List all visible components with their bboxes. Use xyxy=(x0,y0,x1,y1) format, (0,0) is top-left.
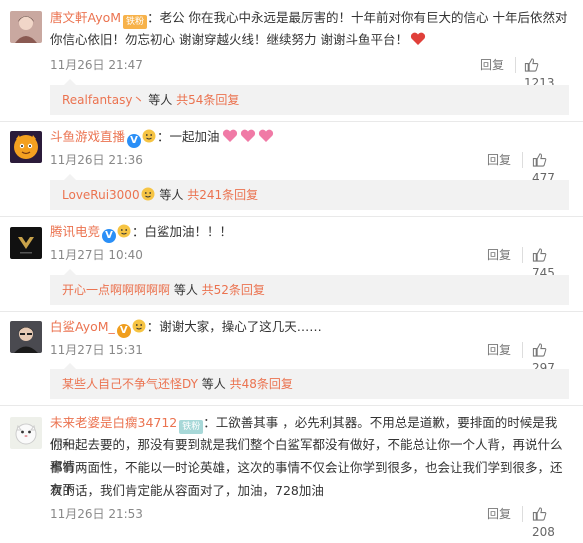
username-link[interactable]: 唐文軒AyoM xyxy=(50,10,121,25)
username-link[interactable]: 未来老婆是白瘸34712 xyxy=(50,415,177,430)
verified-badge: V xyxy=(102,229,117,243)
comment-meta: 11月26日 21:53 回复 208 xyxy=(50,505,569,539)
reply-summary[interactable]: 某些人自己不争气还怪DY 等人 共48条回复 xyxy=(50,363,569,399)
heart-emoji-icon xyxy=(222,129,238,143)
fan-badge: 铁粉 xyxy=(179,420,204,434)
thumbs-up-icon xyxy=(532,248,547,262)
divider xyxy=(522,506,523,522)
comment-text: 次的话，我们肯定能从容面对了，加油，728加油 xyxy=(50,483,324,498)
timestamp: 11月26日 21:53 xyxy=(50,507,143,521)
divider xyxy=(522,247,523,263)
like-button[interactable]: 208 xyxy=(532,505,569,541)
reply-summary[interactable]: LoveRui3000 等人 共241条回复 xyxy=(50,174,569,210)
divider xyxy=(522,152,523,168)
reply-summary[interactable]: 开心一点啊啊啊啊啊 等人 共52条回复 xyxy=(50,269,569,305)
thumbs-up-icon xyxy=(532,343,547,357)
divider xyxy=(522,342,523,358)
comment-text: 唐文軒AyoM 铁粉 ：老公 你在我心中永远是最厉害的！十年前对你有巨大的信心 十年… xyxy=(50,7,569,51)
username-link[interactable]: 白鲨AyoM_ xyxy=(50,319,115,334)
divider xyxy=(515,57,516,73)
thumbs-up-icon xyxy=(524,58,539,72)
view-replies-link[interactable]: 共48条回复 xyxy=(230,377,293,391)
comment-text: 白鲨AyoM_ V ：谢谢大家，操心了这几天…… xyxy=(50,316,569,338)
avatar[interactable] xyxy=(10,417,42,449)
comment-meta: 11月27日 10:40 回复 745 xyxy=(50,246,569,280)
reply-mid-text: 等人 xyxy=(155,188,188,202)
reply-username[interactable]: 某些人自己不争气还怪DY xyxy=(62,377,198,391)
thumbs-up-icon xyxy=(532,153,547,167)
reply-button[interactable]: 回复 xyxy=(480,56,504,74)
timestamp: 11月27日 10:40 xyxy=(50,248,143,262)
username-link[interactable]: 腾讯电竞 xyxy=(50,224,100,239)
thumbs-up-icon xyxy=(532,507,547,521)
avatar[interactable] xyxy=(10,131,42,163)
emoji-icon xyxy=(117,224,131,238)
timestamp: 11月27日 15:31 xyxy=(50,343,143,357)
heart-emoji-icon xyxy=(410,32,426,46)
comment-meta: 11月26日 21:36 回复 477 xyxy=(50,151,569,185)
reply-mid-text: 等人 xyxy=(144,93,177,107)
comment-meta: 11月27日 15:31 回复 297 xyxy=(50,341,569,375)
comment-body: ：谢谢大家，操心了这几天…… xyxy=(146,319,322,334)
reply-username[interactable]: Realfantasy丶 xyxy=(62,93,144,107)
timestamp: 11月26日 21:36 xyxy=(50,153,143,167)
heart-emoji-icon xyxy=(240,129,256,143)
reply-button[interactable]: 回复 xyxy=(487,151,511,169)
reply-username[interactable]: LoveRui3000 xyxy=(62,188,140,202)
like-count: 208 xyxy=(532,525,555,539)
emoji-icon xyxy=(132,319,146,333)
comment-text: 腾讯电竞 V ：白鲨加油！！！ xyxy=(50,221,569,243)
divider xyxy=(0,311,583,312)
comment-meta: 11月26日 21:47 回复 1213 xyxy=(50,56,569,90)
timestamp: 11月26日 21:47 xyxy=(50,58,143,72)
reply-username[interactable]: 开心一点啊啊啊啊啊 xyxy=(62,283,170,297)
reply-mid-text: 等人 xyxy=(170,283,202,297)
comment-body: ：白鲨加油！！！ xyxy=(132,224,233,239)
comment-body: ：一起加油 xyxy=(157,129,220,144)
reply-button[interactable]: 回复 xyxy=(487,341,511,359)
divider xyxy=(0,216,583,217)
view-replies-link[interactable]: 共241条回复 xyxy=(187,188,258,202)
emoji-icon xyxy=(142,129,156,143)
avatar[interactable] xyxy=(10,227,42,259)
verified-badge: V xyxy=(116,324,131,338)
emoji-icon xyxy=(141,187,155,201)
view-replies-link[interactable]: 共54条回复 xyxy=(176,93,239,107)
divider xyxy=(0,121,583,122)
reply-summary[interactable]: Realfantasy丶 等人 共54条回复 xyxy=(50,79,569,115)
avatar[interactable] xyxy=(10,11,42,43)
fan-badge: 铁粉 xyxy=(123,15,148,29)
reply-button[interactable]: 回复 xyxy=(487,246,511,264)
username-link[interactable]: 斗鱼游戏直播 xyxy=(50,129,125,144)
verified-badge: V xyxy=(127,134,142,148)
divider xyxy=(0,405,583,406)
view-replies-link[interactable]: 共52条回复 xyxy=(202,283,265,297)
heart-emoji-icon xyxy=(258,129,274,143)
comment-text: 斗鱼游戏直播 V ：一起加油 xyxy=(50,126,569,148)
reply-mid-text: 等人 xyxy=(197,377,230,391)
reply-button[interactable]: 回复 xyxy=(487,505,511,523)
avatar[interactable] xyxy=(10,321,42,353)
